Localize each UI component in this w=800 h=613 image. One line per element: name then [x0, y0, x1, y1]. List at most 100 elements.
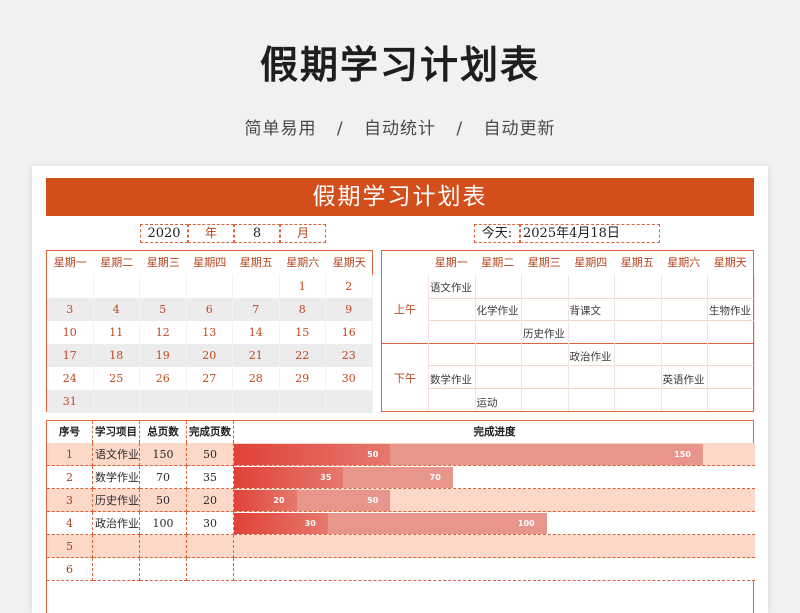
- row-total-pages[interactable]: 100: [140, 512, 187, 535]
- calendar-day[interactable]: 25: [94, 367, 140, 390]
- calendar-day[interactable]: 1: [280, 275, 326, 298]
- row-progress-cell: [234, 535, 755, 558]
- calendar-day[interactable]: 14: [233, 321, 280, 344]
- schedule-row-line: [428, 365, 754, 367]
- row-subject[interactable]: 数学作业: [93, 466, 140, 489]
- row-subject: [93, 535, 140, 558]
- row-subject[interactable]: 语文作业: [93, 443, 140, 466]
- calendar-panel: 星期一 星期二 星期三 星期四 星期五 星期六 星期天 1 2 3 4 5 6 7 8 9 10 11 12 13 1…: [46, 250, 373, 413]
- calendar-weekday: 星期三: [146, 256, 180, 269]
- year-input[interactable]: 2020: [140, 224, 188, 243]
- col-done-header: 完成页数: [187, 421, 234, 443]
- row-done-pages[interactable]: 20: [187, 489, 234, 512]
- schedule-entry: 数学作业: [430, 374, 472, 386]
- calendar-day: [233, 275, 280, 298]
- today-value: 2025年4月18日: [520, 224, 660, 243]
- calendar-day: [47, 275, 94, 298]
- row-total-pages: [140, 535, 187, 558]
- calendar-weekday: 星期二: [100, 256, 134, 269]
- hero-tagline: 简单易用 / 自动统计 / 自动更新: [0, 114, 800, 139]
- row-index[interactable]: 3: [47, 489, 93, 512]
- progress-row: 3 历史作业 50 20 50 20: [47, 489, 755, 512]
- progress-row: 2 数学作业 70 35 70 35: [47, 466, 755, 489]
- calendar-day[interactable]: 22: [280, 344, 326, 367]
- calendar-day[interactable]: 8: [280, 298, 326, 321]
- schedule-col-line: [428, 275, 429, 411]
- calendar-day[interactable]: 26: [140, 367, 187, 390]
- calendar-week-row: 24 25 26 27 28 29 30: [47, 367, 373, 390]
- tag-easy: 简单易用: [244, 119, 317, 139]
- row-index[interactable]: 6: [47, 558, 93, 581]
- calendar-day[interactable]: 17: [47, 344, 94, 367]
- row-index[interactable]: 1: [47, 443, 93, 466]
- calendar-day[interactable]: 18: [94, 344, 140, 367]
- row-done-pages[interactable]: 30: [187, 512, 234, 535]
- schedule-entry: 英语作业: [662, 374, 705, 386]
- calendar-day[interactable]: 28: [233, 367, 280, 390]
- schedule-entry: 政治作业: [569, 351, 612, 363]
- schedule-col-line: [753, 275, 755, 411]
- calendar-weekday: 星期天: [332, 256, 366, 269]
- row-done-pages: [187, 558, 234, 581]
- tag-separator: /: [456, 119, 464, 139]
- progress-header: 序号 学习项目 总页数 完成页数 完成进度: [47, 421, 755, 443]
- calendar-day: [94, 275, 140, 298]
- calendar-day[interactable]: 16: [326, 321, 373, 344]
- calendar-weekday: 星期六: [286, 256, 320, 269]
- calendar-day[interactable]: 7: [233, 298, 280, 321]
- calendar-day[interactable]: 10: [47, 321, 94, 344]
- month-input[interactable]: 8: [234, 224, 280, 243]
- schedule-col-line: [474, 275, 476, 411]
- calendar-day[interactable]: 4: [94, 298, 140, 321]
- schedule-weekday: 星期一: [434, 256, 468, 269]
- calendar-day[interactable]: 31: [47, 390, 94, 413]
- calendar-day[interactable]: 15: [280, 321, 326, 344]
- schedule-col-line: [521, 275, 522, 411]
- month-label: 月: [280, 224, 326, 243]
- morning-label: 上午: [394, 303, 416, 316]
- schedule-entry: 语文作业: [430, 282, 472, 294]
- calendar-grid: 1 2 3 4 5 6 7 8 9 10 11 12 13 14 15 16 17 18 19 20 21 22 23 24 2…: [47, 275, 373, 413]
- done-pages-bar: 20: [234, 490, 297, 511]
- calendar-day[interactable]: 21: [233, 344, 280, 367]
- row-subject[interactable]: 政治作业: [93, 512, 140, 535]
- row-total-pages[interactable]: 70: [140, 466, 187, 489]
- col-subject-header: 学习项目: [93, 421, 140, 443]
- schedule-weekday: 星期四: [574, 256, 608, 269]
- row-index[interactable]: 4: [47, 512, 93, 535]
- row-index[interactable]: 2: [47, 466, 93, 489]
- schedule-col-line: [660, 275, 662, 411]
- calendar-day[interactable]: 3: [47, 298, 94, 321]
- calendar-day[interactable]: 2: [326, 275, 373, 298]
- row-index[interactable]: 5: [47, 535, 93, 558]
- schedule-body: 上午 下午 语文作业 化学作业 背课文 生物作业 历史作业 政治作业 数学作业 英语作业 运动: [382, 275, 755, 411]
- schedule-row-line: [428, 297, 754, 299]
- calendar-day[interactable]: 20: [187, 344, 233, 367]
- calendar-day[interactable]: 12: [140, 321, 187, 344]
- progress-row: 5: [47, 535, 755, 558]
- row-done-pages[interactable]: 50: [187, 443, 234, 466]
- row-total-pages[interactable]: 50: [140, 489, 187, 512]
- calendar-day: [94, 390, 140, 413]
- calendar-week-row: 10 11 12 13 14 15 16: [47, 321, 373, 344]
- calendar-day[interactable]: 6: [187, 298, 233, 321]
- calendar-day[interactable]: 13: [187, 321, 233, 344]
- calendar-day[interactable]: 24: [47, 367, 94, 390]
- calendar-day[interactable]: 23: [326, 344, 373, 367]
- calendar-day[interactable]: 5: [140, 298, 187, 321]
- schedule-weekday: 星期五: [620, 256, 654, 269]
- calendar-day[interactable]: 29: [280, 367, 326, 390]
- calendar-day[interactable]: 11: [94, 321, 140, 344]
- done-pages-bar: 50: [234, 444, 391, 465]
- row-subject[interactable]: 历史作业: [93, 489, 140, 512]
- schedule-weekday: 星期二: [481, 256, 515, 269]
- calendar-day[interactable]: 30: [326, 367, 373, 390]
- calendar-day[interactable]: 19: [140, 344, 187, 367]
- row-done-pages[interactable]: 35: [187, 466, 234, 489]
- calendar-day: [326, 390, 373, 413]
- calendar-day[interactable]: 9: [326, 298, 373, 321]
- done-pages-bar: 35: [234, 467, 344, 488]
- calendar-day[interactable]: 27: [187, 367, 233, 390]
- calendar-week-row: 31: [47, 390, 373, 413]
- row-total-pages[interactable]: 150: [140, 443, 187, 466]
